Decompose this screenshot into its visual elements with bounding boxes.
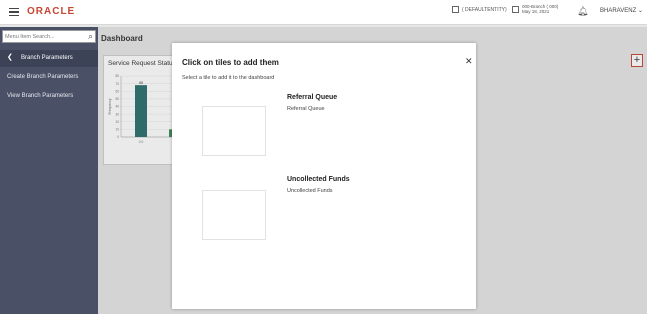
chevron-left-icon: ❮ bbox=[7, 54, 13, 61]
modal-title: Click on tiles to add them bbox=[182, 58, 279, 67]
close-icon[interactable]: ✕ bbox=[465, 56, 473, 67]
referral-queue-title[interactable]: Referral Queue bbox=[287, 94, 337, 101]
sidebar-item-view-branch-parameters[interactable]: View Branch Parameters bbox=[7, 93, 73, 99]
uncollected-funds-desc: Uncollected Funds bbox=[287, 188, 333, 194]
sidebar-back-button[interactable]: ❮ Branch Parameters bbox=[0, 50, 98, 67]
top-header: ORACLE ( DEFAULTENTITY) 000-Branch ( 000… bbox=[0, 0, 647, 25]
oracle-logo: ORACLE bbox=[27, 6, 76, 17]
add-tiles-modal: Click on tiles to add them ✕ Select a ti… bbox=[172, 43, 476, 309]
sidebar-back-label: Branch Parameters bbox=[21, 55, 73, 61]
entity-icon bbox=[452, 6, 459, 13]
entity-selector[interactable]: ( DEFAULTENTITY) bbox=[452, 6, 507, 13]
search-box: ⌕ bbox=[2, 30, 96, 43]
uncollected-funds-title[interactable]: Uncollected Funds bbox=[287, 176, 350, 183]
modal-subtitle: Select a tile to add it to the dashboard bbox=[182, 75, 275, 81]
sidebar-item-create-branch-parameters[interactable]: Create Branch Parameters bbox=[7, 74, 78, 80]
user-name: BHARAVENZ bbox=[600, 8, 637, 14]
user-menu[interactable]: BHARAVENZ ⌄ bbox=[600, 7, 643, 14]
branch-selector[interactable]: 000-Branch ( 000) May 18, 2021 bbox=[512, 4, 558, 14]
branch-date: May 18, 2021 bbox=[522, 9, 550, 14]
hamburger-menu-icon[interactable] bbox=[9, 8, 19, 16]
entity-label: ( DEFAULTENTITY) bbox=[462, 6, 507, 13]
search-input[interactable] bbox=[4, 32, 84, 41]
referral-queue-desc: Referral Queue bbox=[287, 106, 325, 112]
search-icon[interactable]: ⌕ bbox=[88, 31, 93, 42]
chevron-down-icon: ⌄ bbox=[637, 8, 643, 14]
branch-icon bbox=[512, 5, 519, 13]
sidebar: ⌕ ❮ Branch Parameters Create Branch Para… bbox=[0, 27, 98, 314]
bell-icon[interactable]: 🔔︎ bbox=[577, 6, 588, 17]
referral-queue-tile-preview[interactable] bbox=[202, 106, 266, 156]
uncollected-funds-tile-preview[interactable] bbox=[202, 190, 266, 240]
